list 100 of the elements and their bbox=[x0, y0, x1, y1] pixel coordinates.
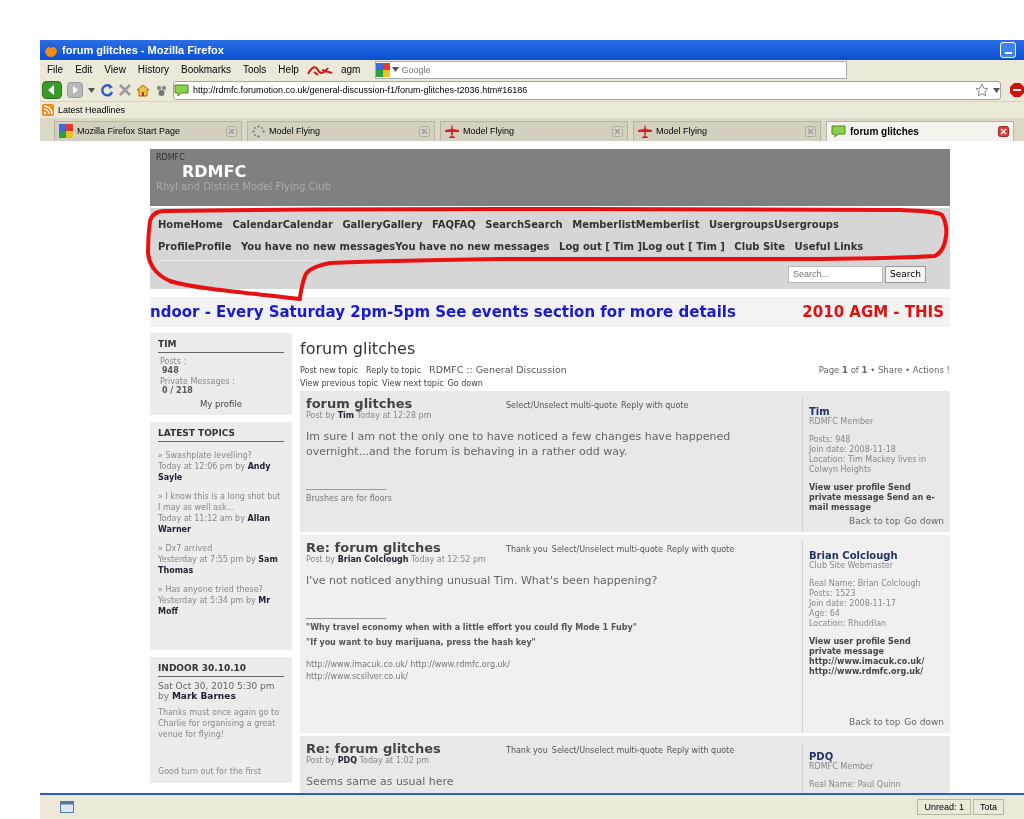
widget-title: LATEST TOPICS bbox=[158, 427, 284, 442]
browser-tab[interactable]: Model Flying bbox=[440, 120, 628, 141]
announcement-text: ndoor - Every Saturday 2pm-5pm See events section for more details bbox=[150, 302, 736, 321]
search-field[interactable]: Search... bbox=[788, 265, 884, 283]
jump-link[interactable]: Go down bbox=[904, 716, 944, 727]
nav-link[interactable]: You have no new messagesYou have no new messages bbox=[241, 240, 550, 252]
author-rank: RDMFC Member bbox=[809, 761, 875, 772]
post-action-link[interactable]: Reply with quote bbox=[666, 745, 735, 755]
signature-text: http://www.imacuk.co.uk/ http://www.rdmfc.org.uk/ bbox=[306, 658, 511, 671]
signature-text: "If you want to buy marijuana, press the hash key" bbox=[306, 636, 537, 649]
news-author: by Mark Barnes bbox=[158, 690, 237, 701]
author-detail: Posts: 948 bbox=[809, 434, 852, 445]
menu-item[interactable]: View bbox=[99, 64, 131, 76]
news-text: Thanks must once again go to Charlie for organising a great venue for flying! bbox=[158, 706, 281, 740]
browser-tab[interactable]: forum glitches bbox=[826, 120, 1014, 141]
topic-nav-link[interactable]: Go down bbox=[447, 378, 483, 388]
signature-text: http://www.scsilver.co.uk/ bbox=[306, 670, 409, 683]
author-detail: Posts: 1523 bbox=[809, 588, 857, 599]
stat-value: 0 / 218 bbox=[161, 385, 193, 395]
stat-label: Private Messages : bbox=[159, 376, 236, 386]
nav-link[interactable]: MemberlistMemberlist bbox=[572, 218, 700, 230]
browser-tab[interactable]: Model Flying bbox=[247, 120, 435, 141]
site-title: RDMFC bbox=[182, 161, 248, 181]
jump-link[interactable]: Back to top bbox=[849, 716, 901, 727]
post-text: Im sure I am not the only one to have noticed a few changes have happened overnight...and the forum is behaving in a rather odd way. bbox=[306, 428, 732, 459]
nav-link[interactable]: UsergroupsUsergroups bbox=[708, 218, 839, 230]
nav-link[interactable]: GalleryGallery bbox=[342, 218, 423, 230]
nav-link[interactable]: FAQFAQ bbox=[431, 218, 476, 230]
status-text: Unread: 1 bbox=[917, 799, 971, 816]
topic-nav-link[interactable]: View previous topic bbox=[300, 378, 378, 388]
post-action-link[interactable]: Thank you bbox=[506, 745, 548, 755]
nav-link[interactable]: ProfileProfile bbox=[158, 240, 232, 252]
author-detail: Real Name: Brian Colclough bbox=[809, 578, 922, 589]
post-title: Re: forum glitches bbox=[306, 540, 441, 555]
topic-meta: Today at 11:12 am by Allan Warner bbox=[158, 512, 272, 535]
post-title: forum glitches bbox=[306, 396, 413, 411]
post-action-link[interactable]: Select/Unselect multi-quote bbox=[551, 544, 663, 554]
bookmark-item[interactable]: Latest Headlines bbox=[58, 104, 126, 115]
nav-link[interactable]: CalendarCalendar bbox=[232, 218, 333, 230]
site-label: RDMFC bbox=[156, 152, 186, 162]
author-detail: Join date: 2008-11-18 bbox=[809, 444, 897, 455]
stat-value: 948 bbox=[161, 365, 180, 375]
author-name[interactable]: PDQ bbox=[809, 751, 944, 762]
profile-link[interactable]: My profile bbox=[158, 398, 284, 409]
nav-link[interactable]: Club Site bbox=[734, 240, 786, 252]
author-links[interactable]: View user profile Send private message http://www.imacuk.co.uk/ http://www.rdmfc.org.uk/ bbox=[809, 636, 944, 677]
author-detail: Age: 64 bbox=[809, 608, 841, 619]
topic-action-link[interactable]: Post new topic bbox=[300, 365, 359, 375]
post-byline: Post by Tim Today at 12:28 pm bbox=[306, 410, 433, 421]
browser-tab[interactable]: Model Flying bbox=[633, 120, 821, 141]
nav-link[interactable]: SearchSearch bbox=[485, 218, 563, 230]
post-action-link[interactable]: Reply with quote bbox=[666, 544, 735, 554]
post-byline: Post by Brian Colclough Today at 12:52 pm bbox=[306, 554, 486, 565]
author-detail: Location: Tim Mackey lives in Colwyn Heights bbox=[809, 454, 928, 475]
author-name[interactable]: Tim bbox=[809, 406, 944, 417]
news-date: Sat Oct 30, 2010 5:30 pm bbox=[158, 680, 276, 691]
menu-item[interactable]: History bbox=[132, 64, 174, 76]
news-text: Good turn out for the first bbox=[158, 765, 263, 777]
topic-meta: Yesterday at 7:55 pm by Sam Thomas bbox=[158, 553, 279, 576]
menu-item[interactable]: Bookmarks bbox=[176, 64, 236, 76]
topic-nav-link[interactable]: View next topic bbox=[382, 378, 444, 388]
post-title: Re: forum glitches bbox=[306, 741, 442, 756]
pagination-text: Page 1 of 1 • Share • Actions ! bbox=[818, 364, 950, 375]
menu-item[interactable]: Help bbox=[273, 64, 304, 76]
status-text: Tota bbox=[973, 799, 1004, 816]
nav-link[interactable]: Useful Links bbox=[794, 240, 864, 252]
topic-action-link[interactable]: Reply to topic bbox=[366, 365, 422, 375]
post-text: I've not noticed anything unusual Tim. What's been happening? bbox=[306, 572, 659, 588]
post-action-link[interactable]: Reply with quote bbox=[621, 400, 689, 410]
jump-link[interactable]: Back to top bbox=[849, 515, 901, 526]
signature-text: "Why travel economy when with a little effort you could fly Mode 1 Fuby" bbox=[306, 621, 638, 634]
search-bar[interactable]: Google bbox=[375, 60, 848, 79]
post-text: Seems same as usual here bbox=[306, 773, 455, 789]
stat-label: Posts : bbox=[159, 356, 188, 366]
breadcrumb-link[interactable]: RDMFC :: General Discussion bbox=[429, 363, 567, 375]
menu-item[interactable]: Tools bbox=[238, 64, 272, 76]
menu-item[interactable]: Edit bbox=[70, 64, 98, 76]
author-links[interactable]: View user profile Send private message Send an e-mail message bbox=[809, 482, 944, 513]
window-title: forum glitches - Mozilla Firefox bbox=[62, 43, 224, 56]
author-name[interactable]: Brian Colclough bbox=[809, 550, 944, 561]
topic-title: forum glitches bbox=[300, 338, 417, 358]
user-name[interactable]: agm bbox=[335, 64, 366, 76]
topic-meta: Today at 12:06 pm by Andy Sayle bbox=[158, 460, 272, 483]
widget-title: INDOOR 30.10.10 bbox=[158, 662, 284, 677]
post-action-link[interactable]: Thank you bbox=[506, 544, 548, 554]
topic-meta: Yesterday at 5:34 pm by Mr Moff bbox=[158, 594, 272, 617]
post-action-link[interactable]: Select/Unselect multi-quote bbox=[506, 400, 618, 410]
author-rank: Club Site Webmaster bbox=[809, 560, 894, 571]
search-button[interactable]: Search bbox=[885, 265, 926, 283]
author-detail: Join date: 2008-11-17 bbox=[809, 598, 897, 609]
announcement-text: 2010 AGM - THIS bbox=[802, 302, 944, 321]
address-bar[interactable]: http://rdmfc.forumotion.co.uk/general-discussion-f1/forum-glitches-t2036.htm#16186 bbox=[173, 80, 1001, 100]
menu-item[interactable]: File bbox=[42, 64, 69, 76]
post-action-link[interactable]: Select/Unselect multi-quote bbox=[551, 745, 663, 755]
nav-link[interactable]: HomeHome bbox=[158, 218, 223, 230]
nav-link[interactable]: Log out [ Tim ]Log out [ Tim ] bbox=[559, 240, 725, 252]
widget-title: TIM bbox=[158, 338, 284, 353]
browser-tab[interactable]: Mozilla Firefox Start Page bbox=[54, 120, 242, 141]
signature-text: Brushes are for floors bbox=[306, 492, 394, 505]
jump-link[interactable]: Go down bbox=[904, 515, 944, 526]
